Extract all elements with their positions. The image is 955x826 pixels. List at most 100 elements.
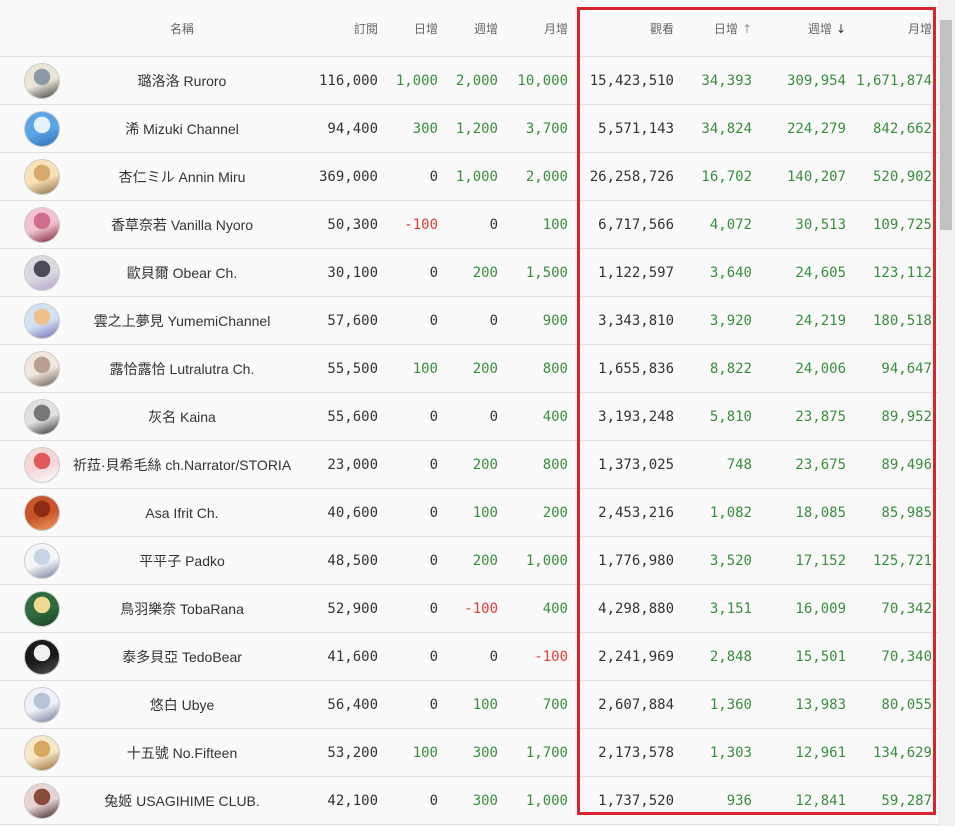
header-name[interactable]: 名稱	[64, 0, 300, 57]
views-cell: 3,193,248	[576, 392, 682, 441]
subs-month-cell: 10,000	[506, 56, 576, 105]
views-week-cell: 15,501	[760, 632, 854, 681]
channel-avatar[interactable]	[24, 638, 60, 675]
subs-month-cell: 800	[506, 440, 576, 489]
channel-avatar[interactable]	[24, 782, 60, 819]
subs-week-cell: 200	[446, 248, 506, 297]
channel-avatar[interactable]	[24, 590, 60, 627]
table-row[interactable]: 十五號 No.Fifteen 53,200 100 300 1,700 2,173,578…	[0, 728, 940, 777]
channel-avatar[interactable]	[24, 350, 60, 387]
subs-month-cell: 800	[506, 344, 576, 393]
table-row[interactable]: 泰多貝亞 TedoBear 41,600 0 0 -100 2,241,969 2,848 1…	[0, 632, 940, 681]
channel-name[interactable]: 祈菈·貝希毛絲 ch.Narrator/STORIA	[64, 440, 300, 489]
table-row[interactable]: 灰名 Kaina 55,600 0 0 400 3,193,248 5,810 23,875 8…	[0, 392, 940, 441]
channel-avatar[interactable]	[24, 62, 60, 99]
header-subs-day[interactable]: 日增	[386, 0, 446, 57]
header-views-day[interactable]: 日增 ↑	[682, 0, 760, 57]
views-week-cell: 13,983	[760, 680, 854, 729]
views-week-cell: 140,207	[760, 152, 854, 201]
channel-name[interactable]: 灰名 Kaina	[64, 392, 300, 441]
table-row[interactable]: 露恰露恰 Lutralutra Ch. 55,500 100 200 800 1,655,…	[0, 344, 940, 393]
views-month-cell: 109,725	[854, 200, 940, 249]
subs-week-cell: 1,000	[446, 152, 506, 201]
views-cell: 2,607,884	[576, 680, 682, 729]
channel-name[interactable]: 浠 Mizuki Channel	[64, 104, 300, 153]
channel-avatar[interactable]	[24, 206, 60, 243]
views-cell: 26,258,726	[576, 152, 682, 201]
table-row[interactable]: 浠 Mizuki Channel 94,400 300 1,200 3,700 5,571…	[0, 104, 940, 153]
views-month-cell: 89,496	[854, 440, 940, 489]
channel-name[interactable]: 香草奈若 Vanilla Nyoro	[64, 200, 300, 249]
subs-day-cell: 0	[386, 440, 446, 489]
channel-name[interactable]: 兔姬 USAGIHIME CLUB.	[64, 776, 300, 825]
views-month-cell: 842,662	[854, 104, 940, 153]
channel-avatar[interactable]	[24, 302, 60, 339]
table-row[interactable]: 兔姬 USAGIHIME CLUB. 42,100 0 300 1,000 1,737,5…	[0, 776, 940, 825]
vertical-scrollbar-thumb[interactable]	[940, 20, 952, 230]
channel-avatar[interactable]	[24, 158, 60, 195]
channel-avatar[interactable]	[24, 686, 60, 723]
table-row[interactable]: 歐貝爾 Obear Ch. 30,100 0 200 1,500 1,122,597 3,6…	[0, 248, 940, 297]
header-views-week[interactable]: 週增 ↓	[760, 0, 854, 57]
views-cell: 5,571,143	[576, 104, 682, 153]
channel-name[interactable]: 悠白 Ubye	[64, 680, 300, 729]
channel-name[interactable]: 露恰露恰 Lutralutra Ch.	[64, 344, 300, 393]
views-week-cell: 17,152	[760, 536, 854, 585]
subs-day-cell: 0	[386, 584, 446, 633]
channel-name[interactable]: 平平子 Padko	[64, 536, 300, 585]
table-row[interactable]: 悠白 Ubye 56,400 0 100 700 2,607,884 1,360 13,983…	[0, 680, 940, 729]
channel-name[interactable]: 歐貝爾 Obear Ch.	[64, 248, 300, 297]
views-cell: 2,173,578	[576, 728, 682, 777]
channel-name[interactable]: 雲之上夢見 YumemiChannel	[64, 296, 300, 345]
header-subs-week[interactable]: 週增	[446, 0, 506, 57]
channel-avatar[interactable]	[24, 110, 60, 147]
avatar-cell	[0, 632, 64, 681]
channel-avatar[interactable]	[24, 398, 60, 435]
views-month-cell: 134,629	[854, 728, 940, 777]
table-row[interactable]: 平平子 Padko 48,500 0 200 1,000 1,776,980 3,520 17…	[0, 536, 940, 585]
views-week-cell: 12,961	[760, 728, 854, 777]
subs-month-cell: 400	[506, 584, 576, 633]
views-month-cell: 59,287	[854, 776, 940, 825]
header-views-month[interactable]: 月增	[854, 0, 940, 57]
header-views-day-label: 日增	[713, 21, 738, 36]
subs-month-cell: 1,000	[506, 776, 576, 825]
views-week-cell: 24,605	[760, 248, 854, 297]
views-cell: 4,298,880	[576, 584, 682, 633]
table-row[interactable]: 璐洛洛 Ruroro 116,000 1,000 2,000 10,000 15,423,…	[0, 56, 940, 105]
subs-cell: 52,900	[300, 584, 386, 633]
channel-avatar[interactable]	[24, 446, 60, 483]
channel-name[interactable]: 璐洛洛 Ruroro	[64, 56, 300, 105]
table-row[interactable]: 祈菈·貝希毛絲 ch.Narrator/STORIA 23,000 0 200 800 1…	[0, 440, 940, 489]
channel-name[interactable]: 杏仁ミル Annin Miru	[64, 152, 300, 201]
channel-avatar[interactable]	[24, 494, 60, 531]
subs-month-cell: 1,000	[506, 536, 576, 585]
subs-day-cell: 100	[386, 728, 446, 777]
header-views[interactable]: 觀看	[576, 0, 682, 57]
table-row[interactable]: 鳥羽樂奈 TobaRana 52,900 0 -100 400 4,298,880 3,15…	[0, 584, 940, 633]
subs-cell: 57,600	[300, 296, 386, 345]
subs-day-cell: 0	[386, 536, 446, 585]
table-row[interactable]: 杏仁ミル Annin Miru 369,000 0 1,000 2,000 26,258,…	[0, 152, 940, 201]
channel-name[interactable]: 十五號 No.Fifteen	[64, 728, 300, 777]
table-row[interactable]: 雲之上夢見 YumemiChannel 57,600 0 0 900 3,343,810 3…	[0, 296, 940, 345]
channel-name[interactable]: 鳥羽樂奈 TobaRana	[64, 584, 300, 633]
channel-avatar[interactable]	[24, 254, 60, 291]
channel-avatar[interactable]	[24, 542, 60, 579]
sort-arrow-down-icon: ↓	[835, 21, 846, 36]
subs-week-cell: 300	[446, 728, 506, 777]
views-month-cell: 125,721	[854, 536, 940, 585]
views-day-cell: 34,393	[682, 56, 760, 105]
table-row[interactable]: Asa Ifrit Ch. 40,600 0 100 200 2,453,216 1,082…	[0, 488, 940, 537]
subs-day-cell: 100	[386, 344, 446, 393]
views-week-cell: 16,009	[760, 584, 854, 633]
channel-name[interactable]: Asa Ifrit Ch.	[64, 488, 300, 537]
table-row[interactable]: 香草奈若 Vanilla Nyoro 50,300 -100 0 100 6,717,56…	[0, 200, 940, 249]
channel-name[interactable]: 泰多貝亞 TedoBear	[64, 632, 300, 681]
header-subs[interactable]: 訂閱	[300, 0, 386, 57]
views-cell: 1,776,980	[576, 536, 682, 585]
subs-month-cell: -100	[506, 632, 576, 681]
header-subs-month[interactable]: 月增	[506, 0, 576, 57]
channel-avatar[interactable]	[24, 734, 60, 771]
views-day-cell: 8,822	[682, 344, 760, 393]
